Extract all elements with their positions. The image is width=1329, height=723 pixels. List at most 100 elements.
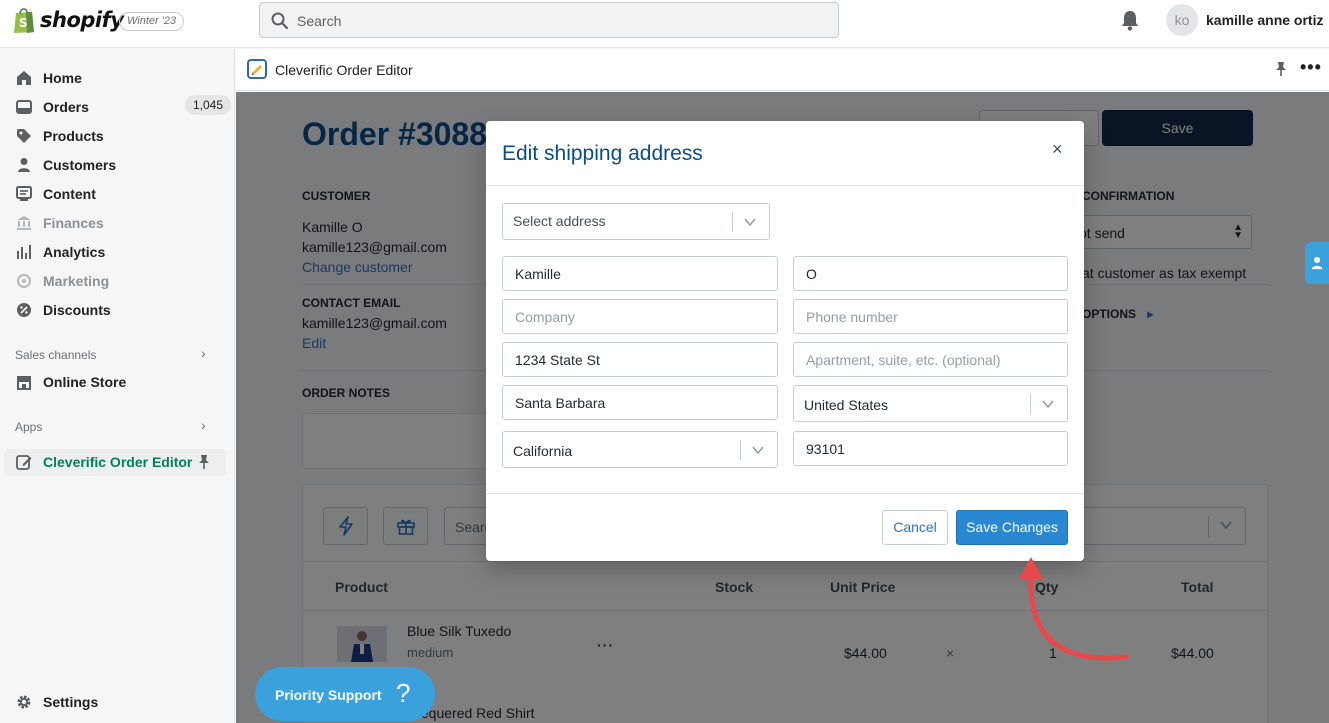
content-icon [15,185,33,203]
sidebar-item-label: Orders [43,99,89,115]
orders-icon [15,98,33,116]
annotation-arrow-icon [1019,557,1129,661]
user-name[interactable]: kamille anne ortiz [1206,12,1323,28]
sidebar-item-label: Online Store [43,374,127,390]
last-name-value: O [806,266,817,282]
first-name-value: Kamille [515,266,561,282]
sidebar-item-finances[interactable]: Finances [15,211,104,235]
sidebar-item-label: Cleverific Order Editor [43,454,193,470]
province-select[interactable]: California [502,431,778,468]
store-icon [15,373,33,391]
chevron-down-icon [752,446,764,455]
sidebar-item-label: Discounts [43,302,111,318]
search-icon [271,12,289,30]
modal-title: Edit shipping address [502,142,703,165]
sidebar-item-customers[interactable]: Customers [15,153,116,177]
zip-field[interactable]: 93101 [793,431,1068,466]
pin-icon[interactable] [197,454,211,470]
app-title: Cleverific Order Editor [275,62,413,78]
sidebar-item-analytics[interactable]: Analytics [15,240,105,264]
divider [1030,394,1031,414]
address2-placeholder: Apartment, suite, etc. (optional) [806,352,1001,368]
zip-value: 93101 [806,441,845,457]
home-icon [15,69,33,87]
phone-field[interactable]: Phone number [793,299,1068,334]
sidebar-item-label: Finances [43,215,104,231]
more-actions-icon[interactable]: ••• [1300,57,1322,78]
select-address-value: Select address [513,213,606,229]
bell-icon[interactable] [1120,9,1140,31]
first-name-field[interactable]: Kamille [502,256,778,291]
address1-field[interactable]: 1234 State St [502,342,778,377]
priority-support-button[interactable]: Priority Support ? [255,667,435,721]
divider [740,440,741,460]
chevron-down-icon [744,218,756,227]
sidebar-item-content[interactable]: Content [15,182,96,206]
sidebar-item-settings[interactable]: Settings [15,690,98,714]
address2-field[interactable]: Apartment, suite, etc. (optional) [793,342,1068,377]
sidebar-item-label: Analytics [43,244,106,260]
sidebar: Home Orders 1,045 Products Customers Con… [0,49,235,723]
app-edit-icon [15,453,33,471]
chevron-right-icon[interactable]: › [201,345,206,361]
pin-icon[interactable] [1274,61,1288,77]
finances-icon [15,214,33,232]
sidebar-item-label: Home [43,70,82,86]
support-label: Priority Support [275,687,382,703]
company-field[interactable]: Company [502,299,778,334]
close-icon[interactable]: × [1052,139,1063,160]
sidebar-item-label: Content [43,186,96,202]
sidebar-item-home[interactable]: Home [15,66,82,90]
analytics-icon [15,243,33,261]
city-value: Santa Barbara [515,395,606,411]
search-placeholder: Search [297,13,342,29]
shopify-bag-icon: S [14,8,34,33]
sidebar-item-label: Marketing [43,273,110,289]
company-placeholder: Company [515,309,575,325]
sidebar-item-label: Products [43,128,104,144]
sidebar-item-discounts[interactable]: Discounts [15,298,111,322]
phone-placeholder: Phone number [806,309,898,325]
divider [486,185,1084,186]
city-field[interactable]: Santa Barbara [502,385,778,420]
sidebar-item-products[interactable]: Products [15,124,104,148]
address1-value: 1234 State St [515,352,600,368]
divider [486,493,1084,494]
country-select[interactable]: United States [793,385,1068,422]
shopify-logo[interactable]: S shopify [12,6,124,34]
cleverific-app-icon [247,59,267,79]
sales-channels-label: Sales channels [15,348,97,362]
tag-icon [15,127,33,145]
search-input[interactable]: Search [259,2,839,38]
person-icon [15,156,33,174]
save-changes-button[interactable]: Save Changes [956,510,1068,545]
sidebar-item-orders[interactable]: Orders 1,045 [15,95,232,119]
question-icon: ? [396,678,411,708]
gear-icon [15,693,33,711]
brand-name: shopify [40,8,124,32]
side-person-tab[interactable] [1305,242,1329,284]
top-bar: S shopify Winter '23 Search ko kamille a… [0,0,1329,48]
divider [732,212,733,232]
app-header: Cleverific Order Editor ••• [236,49,1329,91]
edition-badge: Winter '23 [119,12,185,31]
sidebar-item-cleverific[interactable]: Cleverific Order Editor [15,450,192,474]
apps-label: Apps [15,420,43,434]
svg-text:S: S [19,16,28,30]
sidebar-item-online-store[interactable]: Online Store [15,370,126,394]
province-value: California [513,443,573,459]
sidebar-item-marketing[interactable]: Marketing [15,269,109,293]
person-icon [1311,256,1323,270]
avatar[interactable]: ko [1166,4,1198,36]
chevron-right-icon[interactable]: › [201,417,206,433]
edit-shipping-address-modal: Edit shipping address × Select address K… [486,121,1084,561]
select-address-dropdown[interactable]: Select address [502,203,770,240]
chevron-down-icon [1042,400,1054,409]
last-name-field[interactable]: O [793,256,1068,291]
sidebar-item-label: Customers [43,157,117,173]
sidebar-item-label: Settings [43,694,99,710]
marketing-icon [15,272,33,290]
country-value: United States [804,397,889,413]
orders-count-badge: 1,045 [185,95,232,115]
cancel-button[interactable]: Cancel [882,510,948,545]
